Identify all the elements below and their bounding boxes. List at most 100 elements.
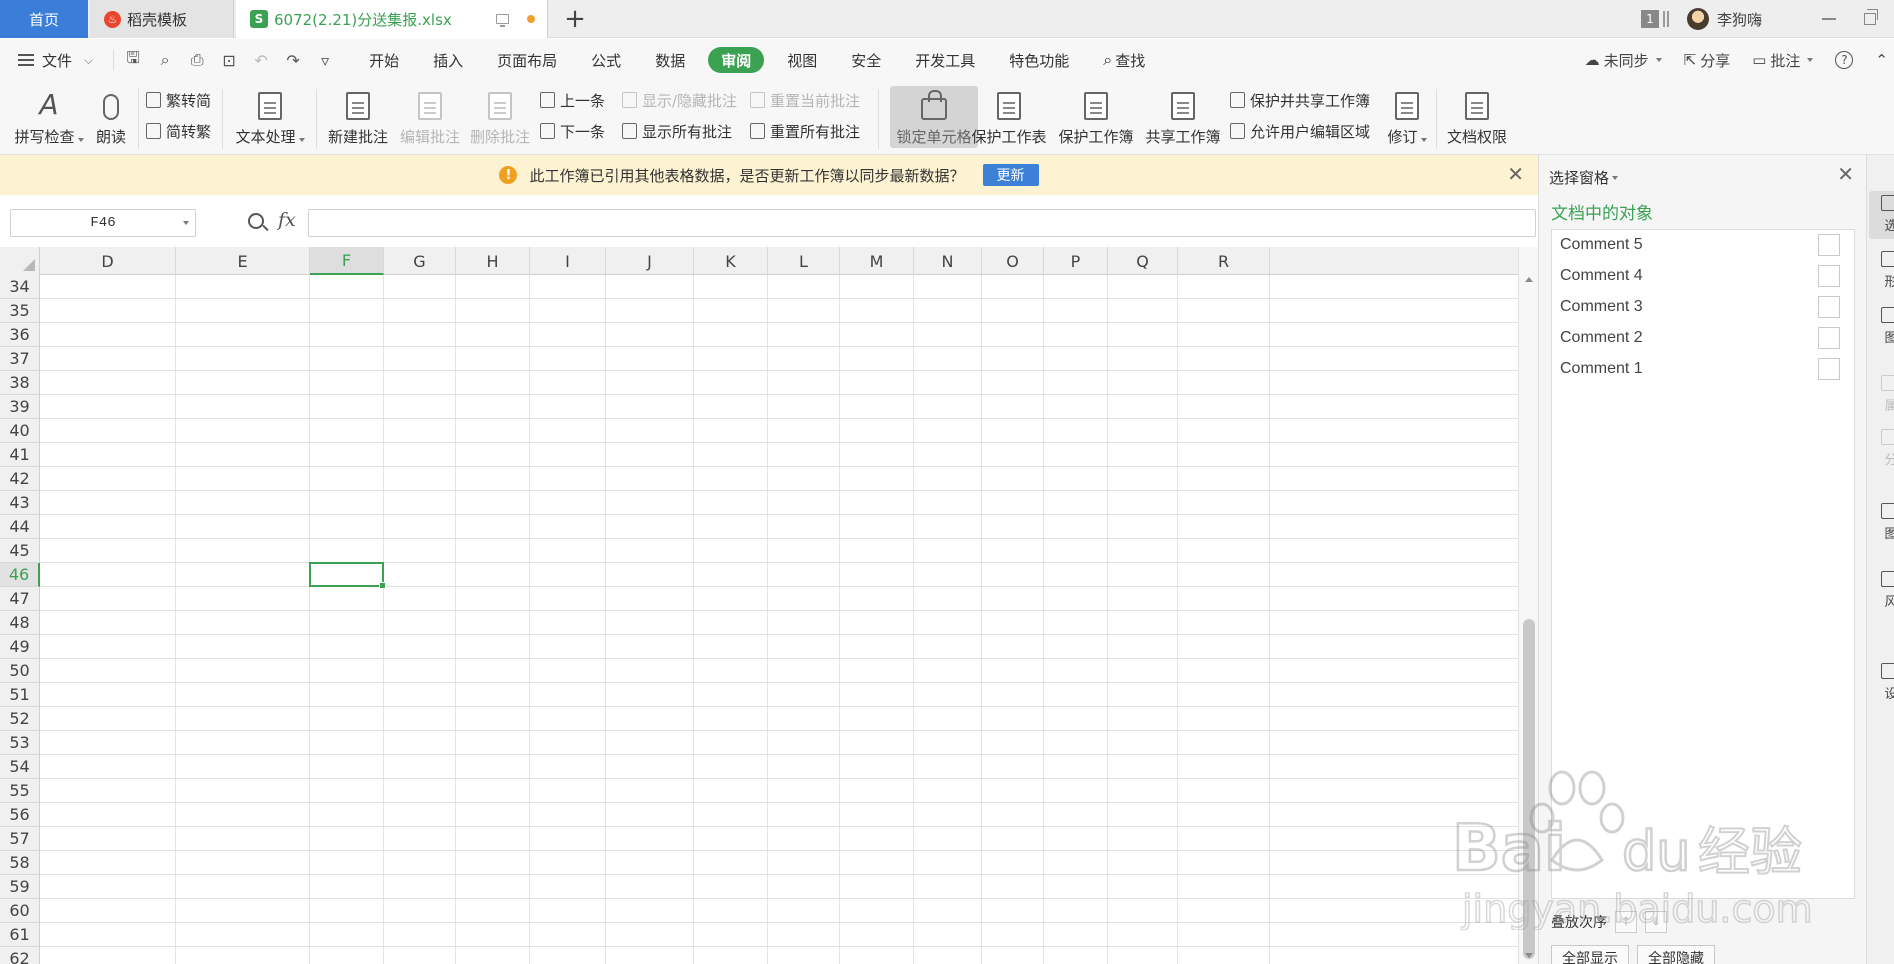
customize-icon[interactable]: ▿ [316,51,334,70]
tab-start[interactable]: 开始 [352,47,416,73]
close-icon[interactable]: ✕ [1507,164,1524,184]
row-header-45[interactable]: 45 [0,539,40,563]
row-header-54[interactable]: 54 [0,755,40,779]
visibility-checkbox[interactable] [1818,358,1840,380]
list-item[interactable]: Comment 2 [1552,323,1854,353]
tab-insert[interactable]: 插入 [416,47,480,73]
save-icon[interactable]: 🖫 [124,47,142,74]
minimize-icon[interactable] [1822,18,1836,20]
revise-button[interactable]: 修订 [1382,85,1432,151]
doc-rights-button[interactable]: 文档权限 [1444,85,1510,151]
tab-security[interactable]: 安全 [834,47,898,73]
column-header-l[interactable]: L [768,247,840,275]
scroll-up-icon[interactable] [1525,277,1533,282]
side-tool-0[interactable]: 选 [1869,191,1894,239]
sync-button[interactable]: ☁ 未同步 [1585,50,1662,71]
row-header-37[interactable]: 37 [0,347,40,371]
tab-features[interactable]: 特色功能 [992,47,1086,73]
protect-workbook-button[interactable]: 保护工作簿 [1055,85,1137,151]
show-all-comments-button[interactable]: 显示所有批注 [622,119,732,143]
avatar[interactable] [1686,8,1709,30]
simp-to-trad-button[interactable]: 简转繁 [146,119,211,143]
side-tool-3[interactable]: 属 [1869,371,1894,419]
caret-down-icon[interactable] [183,221,189,225]
row-header-62[interactable]: 62 [0,947,40,964]
allow-edit-range-button[interactable]: 允许用户编辑区域 [1230,119,1370,143]
row-header-56[interactable]: 56 [0,803,40,827]
print-icon[interactable]: ⎙ [188,50,206,70]
row-header-57[interactable]: 57 [0,827,40,851]
print-preview-icon[interactable]: ⊡ [220,51,238,70]
close-icon[interactable]: ✕ [1837,164,1854,184]
list-item[interactable]: Comment 1 [1552,354,1854,384]
next-comment-button[interactable]: 下一条 [540,119,605,143]
show-hide-comment-button[interactable]: 显示/隐藏批注 [622,88,737,112]
username[interactable]: 李狗嗨 [1717,9,1762,30]
window-count-badge[interactable]: 1 [1640,10,1659,28]
column-header-p[interactable]: P [1044,247,1108,275]
delete-comment-button[interactable]: 删除批注 [466,85,534,151]
row-header-38[interactable]: 38 [0,371,40,395]
column-header-e[interactable]: E [176,247,310,275]
tab-daoke[interactable]: ♨ 稻壳模板 [90,0,234,38]
monitor-icon[interactable] [496,14,509,27]
spell-check-button[interactable]: A 拼写检查 [12,85,86,151]
tab-formula[interactable]: 公式 [574,47,638,73]
row-header-40[interactable]: 40 [0,419,40,443]
pane-title-dropdown[interactable]: 选择窗格 [1549,167,1619,188]
fx-icon[interactable]: fx [278,209,296,231]
text-process-button[interactable]: 文本处理 [232,85,308,151]
spreadsheet-grid[interactable]: DEFGHIJKLMNOPQR 34 35 36 37 38 39 40 41 42 43 44 45… [0,247,1538,964]
column-header-n[interactable]: N [914,247,982,275]
redo-icon[interactable]: ↷ [284,51,302,70]
protect-share-button[interactable]: 保护并共享工作簿 [1230,88,1370,112]
help-icon[interactable]: ? [1835,51,1854,69]
format-painter-icon[interactable]: ⌕ [156,50,174,70]
tab-review[interactable]: 审阅 [708,47,765,73]
row-header-41[interactable]: 41 [0,443,40,467]
selected-cell[interactable] [309,562,386,589]
list-item[interactable]: Comment 5 [1552,230,1854,260]
tab-developer[interactable]: 开发工具 [898,47,992,73]
visibility-checkbox[interactable] [1818,296,1840,318]
row-header-59[interactable]: 59 [0,875,40,899]
tab-page-layout[interactable]: 页面布局 [480,47,574,73]
column-header-o[interactable]: O [982,247,1044,275]
share-button[interactable]: ⇱ 分享 [1684,50,1731,71]
update-button[interactable]: 更新 [982,164,1039,186]
column-header-d[interactable]: D [40,247,176,275]
tab-home[interactable]: 首页 [0,0,88,38]
column-header-m[interactable]: M [840,247,914,275]
column-header-h[interactable]: H [456,247,530,275]
side-tool-4[interactable]: 分 [1869,425,1894,473]
edit-comment-button[interactable]: 编辑批注 [396,85,464,151]
column-header-g[interactable]: G [384,247,456,275]
side-tool-2[interactable]: 图 [1869,303,1894,351]
column-header-q[interactable]: Q [1108,247,1178,275]
tab-file[interactable]: S 6072(2.21)分送集报.xlsx [236,0,548,38]
column-header-i[interactable]: I [530,247,606,275]
side-tool-1[interactable]: 形 [1869,247,1894,295]
file-menu[interactable]: 文件 ⌵ [18,50,93,71]
share-workbook-button[interactable]: 共享工作簿 [1142,85,1224,151]
list-item[interactable]: Comment 3 [1552,292,1854,322]
row-header-42[interactable]: 42 [0,467,40,491]
show-all-button[interactable]: 全部显示 [1551,945,1629,964]
trad-to-simp-button[interactable]: 繁转简 [146,88,211,112]
column-header-j[interactable]: J [606,247,694,275]
row-header-48[interactable]: 48 [0,611,40,635]
row-header-35[interactable]: 35 [0,299,40,323]
row-header-53[interactable]: 53 [0,731,40,755]
tab-data[interactable]: 数据 [638,47,702,73]
visibility-checkbox[interactable] [1818,234,1840,256]
name-box[interactable]: F46 [10,209,196,237]
comment-menu-button[interactable]: ▭ 批注 [1752,50,1814,71]
row-header-49[interactable]: 49 [0,635,40,659]
row-header-55[interactable]: 55 [0,779,40,803]
reset-current-comment-button[interactable]: 重置当前批注 [750,88,860,112]
hide-all-button[interactable]: 全部隐藏 [1637,945,1715,964]
column-header-f[interactable]: F [310,247,384,275]
scroll-down-icon[interactable] [1525,953,1533,958]
prev-comment-button[interactable]: 上一条 [540,88,605,112]
tab-find[interactable]: ⌕ 查找 [1086,47,1162,73]
